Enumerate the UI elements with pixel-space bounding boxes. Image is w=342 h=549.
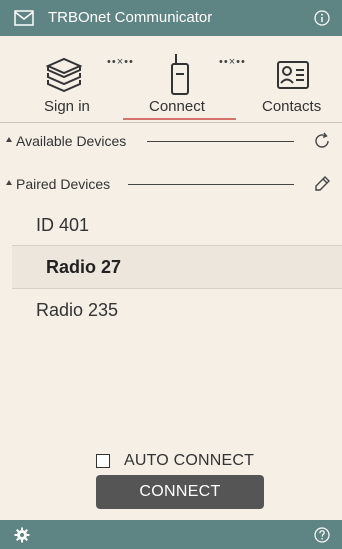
- section-available-devices[interactable]: Available Devices: [0, 129, 342, 153]
- auto-connect-checkbox[interactable]: AUTO CONNECT: [96, 451, 254, 471]
- connection-indicator-2: ••×••: [219, 56, 246, 68]
- contact-card-icon: [277, 61, 309, 89]
- edit-icon[interactable]: [312, 174, 332, 194]
- device-item[interactable]: Radio 235: [12, 289, 342, 331]
- bottom-bar: [0, 520, 342, 549]
- info-icon[interactable]: [314, 10, 330, 26]
- section-paired-devices[interactable]: Paired Devices: [0, 172, 342, 196]
- active-tab-indicator: [123, 118, 236, 120]
- section-divider-line: [128, 184, 294, 185]
- device-name: Radio 27: [46, 257, 122, 277]
- checkbox-icon[interactable]: [96, 454, 110, 468]
- header-divider: [0, 122, 342, 123]
- refresh-icon[interactable]: [312, 131, 332, 151]
- server-icon: [45, 57, 83, 92]
- tab-label-contacts: Contacts: [262, 98, 322, 115]
- connect-button[interactable]: CONNECT: [96, 475, 264, 509]
- section-label-paired: Paired Devices: [16, 176, 111, 192]
- section-label-available: Available Devices: [16, 133, 127, 149]
- tab-label-connect: Connect: [149, 98, 205, 115]
- auto-connect-label: AUTO CONNECT: [124, 452, 255, 469]
- app-title: TRBOnet Communicator: [48, 9, 213, 26]
- gear-icon[interactable]: [14, 527, 30, 543]
- mail-icon: [14, 10, 34, 26]
- device-item[interactable]: ID 401: [12, 204, 342, 246]
- device-item-selected[interactable]: Radio 27: [12, 245, 342, 289]
- connection-indicator-1: ••×••: [107, 56, 134, 68]
- collapse-arrow-icon: [6, 137, 12, 142]
- help-icon[interactable]: [314, 527, 330, 543]
- tab-bar: Sign in ••×•• Connect ••×•• Contacts: [0, 36, 342, 122]
- collapse-arrow-icon: [6, 180, 12, 185]
- tab-label-sign-in: Sign in: [44, 98, 90, 115]
- section-divider-line: [147, 141, 294, 142]
- device-name: ID 401: [36, 215, 90, 235]
- device-name: Radio 235: [36, 300, 119, 320]
- radio-icon: [171, 54, 189, 95]
- app-header: TRBOnet Communicator: [0, 0, 342, 36]
